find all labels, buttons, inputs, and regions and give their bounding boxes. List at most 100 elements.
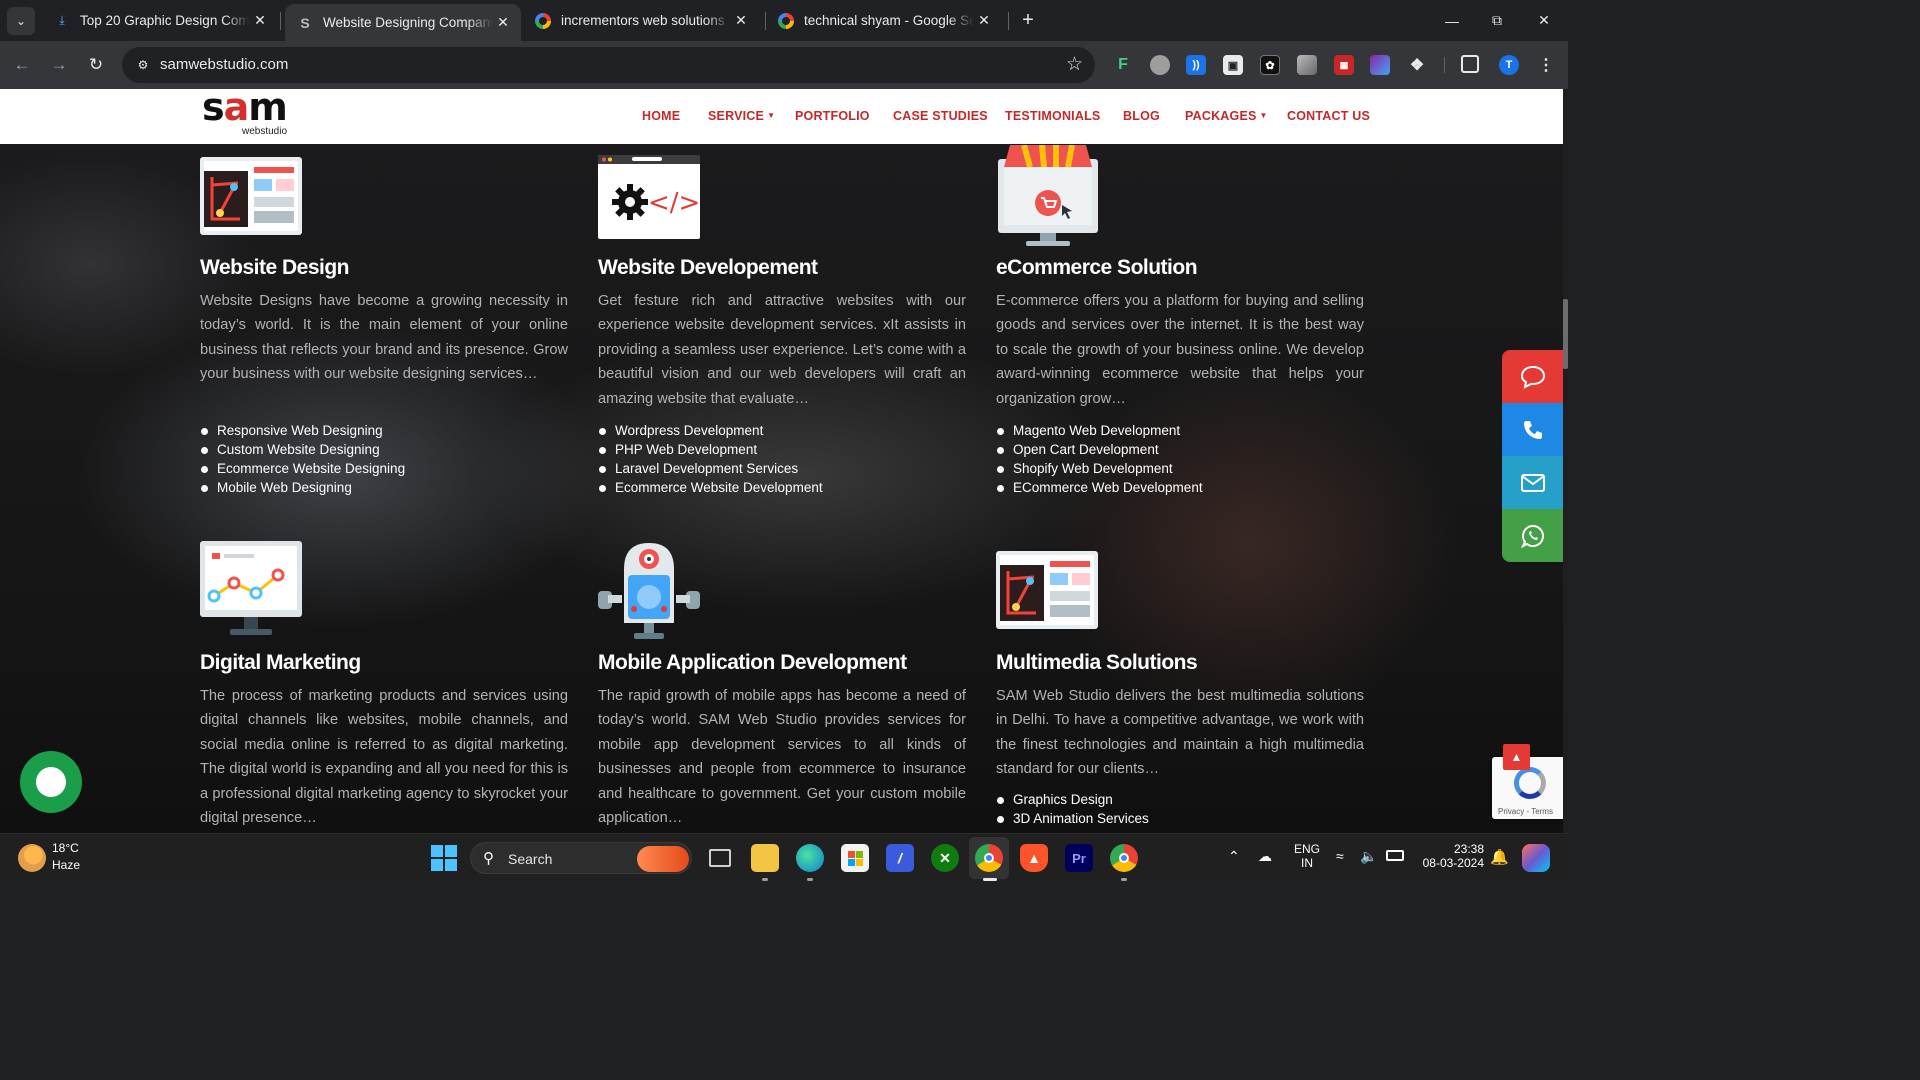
copilot-icon[interactable] [1522,844,1550,872]
extension-grey-icon[interactable] [1297,55,1317,75]
service-description: The process of marketing products and se… [200,688,568,827]
brave-icon[interactable]: ▲ [1020,844,1048,872]
url-text[interactable]: samwebstudio.com [160,56,288,73]
site-info-icon[interactable]: ⚙ [134,56,152,74]
kebab-menu-icon[interactable]: ⋮ [1536,55,1556,75]
language-indicator[interactable]: ENG IN [1294,842,1320,870]
page-viewport: sam webstudio HOME SERVICE ▼ PORTFOLIO CA… [0,89,1568,833]
tab-separator [280,12,281,30]
tab-3[interactable]: technical shyam - Google Searc ✕ [766,0,1002,41]
close-icon[interactable]: ✕ [493,14,513,31]
file-explorer-icon[interactable] [751,844,779,872]
google-icon [778,12,794,29]
recaptcha-icon [1514,767,1546,799]
chrome-profile-icon[interactable] [1110,844,1138,872]
extension-window-icon[interactable]: ▣ [1223,55,1243,75]
side-panel-icon[interactable] [1461,55,1479,73]
close-icon[interactable]: ✕ [974,12,994,29]
windows-start-icon[interactable] [431,845,457,871]
nav-case-studies[interactable]: CASE STUDIES [893,109,988,123]
xbox-icon[interactable]: ✕ [931,844,959,872]
wifi-icon[interactable]: ≈ [1336,848,1344,864]
window-close-button[interactable]: ✕ [1521,0,1567,41]
extension-swirl-icon[interactable] [1150,55,1170,75]
bookmark-star-icon[interactable]: ☆ [1066,53,1083,76]
forward-button[interactable]: → [45,51,73,79]
extensions-puzzle-icon[interactable]: ❖ [1407,55,1427,75]
page-scrollbar-track[interactable] [1563,89,1568,833]
list-item: ECommerce Web Development [996,479,1203,498]
service-list: Responsive Web Designing Custom Website … [200,422,405,498]
battery-icon[interactable] [1386,850,1404,861]
weather-condition[interactable]: Haze [52,858,80,872]
back-button[interactable]: ← [8,51,36,79]
nav-home[interactable]: HOME [642,109,680,123]
site-header: sam webstudio HOME SERVICE ▼ PORTFOLIO CA… [0,89,1563,144]
recaptcha-links[interactable]: Privacy - Terms [1498,807,1553,816]
close-icon[interactable]: ✕ [250,12,270,29]
reload-button[interactable]: ↻ [82,51,110,79]
site-logo[interactable]: sam webstudio [202,89,302,141]
service-description: Website Designs have become a growing ne… [200,293,568,383]
tab-1[interactable]: S Website Designing Company in ✕ [285,4,521,41]
live-chat-button[interactable] [20,751,82,813]
service-title: Digital Marketing [200,651,361,674]
extension-gradient-icon[interactable] [1370,55,1390,75]
tab-separator [1008,12,1009,30]
edge-icon[interactable] [796,844,824,872]
floating-email-button[interactable] [1502,456,1563,509]
extension-audio-icon[interactable]: )) [1186,55,1206,75]
tab-2[interactable]: incrementors web solutions - G ✕ [523,0,759,41]
page-scrollbar-thumb[interactable] [1563,299,1568,369]
service-card-multimedia: Multimedia Solutions SAM Web Studio deli… [996,551,1364,833]
restore-button[interactable]: ⧉ [1474,0,1520,41]
chevron-up-icon[interactable]: ⌃ [1228,848,1240,865]
list-item: Ecommerce Website Development [598,479,823,498]
minimize-button[interactable]: — [1429,0,1475,41]
pen-app-icon[interactable]: / [886,844,914,872]
weather-temperature[interactable]: 18°C [52,841,79,855]
profile-avatar[interactable]: T [1499,55,1519,75]
premiere-pro-icon[interactable]: Pr [1065,844,1093,872]
nav-packages[interactable]: PACKAGES ▼ [1185,109,1268,123]
floating-chat-button[interactable] [1502,350,1563,403]
google-icon [535,12,551,29]
service-title: Website Developement [598,256,818,279]
tab-search-button[interactable]: ⌄ [7,7,35,35]
logo-subtitle: webstudio [242,126,288,137]
notification-bell-icon[interactable]: 🔔 [1490,848,1509,866]
volume-icon[interactable]: 🔈 [1360,848,1377,865]
extension-openai-icon[interactable]: ✿ [1260,55,1280,75]
search-highlight-icon [637,846,689,872]
nav-testimonials[interactable]: TESTIMONIALS [1005,109,1100,123]
taskbar-search[interactable]: ⚲ Search [470,842,692,874]
extension-grid-icon[interactable]: ▦ [1334,55,1354,75]
weather-haze-icon[interactable] [18,844,46,872]
arrow-up-icon: ▲ [1510,750,1523,764]
chrome-icon[interactable] [975,844,1003,872]
task-view-icon[interactable] [706,844,734,872]
floating-whatsapp-button[interactable] [1502,509,1563,562]
service-card-website-design: Website Design Website Designs have beco… [200,157,568,557]
onedrive-icon[interactable]: ☁ [1258,848,1272,865]
address-bar[interactable]: ⚙ samwebstudio.com ☆ [122,47,1095,83]
extension-f-icon[interactable]: F [1113,55,1133,75]
download-icon: ⤓ [59,13,65,27]
nav-service[interactable]: SERVICE ▼ [708,109,775,123]
new-tab-button[interactable]: + [1016,8,1040,32]
tab-0[interactable]: ⤓ Top 20 Graphic Design Compan ✕ [42,0,278,41]
tab-title: technical shyam - Google Searc [804,13,974,28]
running-indicator [807,878,813,881]
tab-title: Top 20 Graphic Design Compan [80,13,250,28]
nav-blog[interactable]: BLOG [1123,109,1160,123]
floating-phone-button[interactable] [1502,403,1563,456]
close-icon[interactable]: ✕ [731,12,751,29]
toolbar-separator [1444,57,1445,73]
microsoft-store-icon[interactable] [841,844,869,872]
scroll-to-top-button[interactable]: ▲ [1503,744,1530,770]
service-title: Multimedia Solutions [996,651,1198,674]
nav-contact-us[interactable]: CONTACT US [1287,109,1370,123]
nav-portfolio[interactable]: PORTFOLIO [795,109,870,123]
clock[interactable]: 23:38 08-03-2024 [1418,842,1484,870]
chevron-down-icon: ⌄ [15,14,27,28]
